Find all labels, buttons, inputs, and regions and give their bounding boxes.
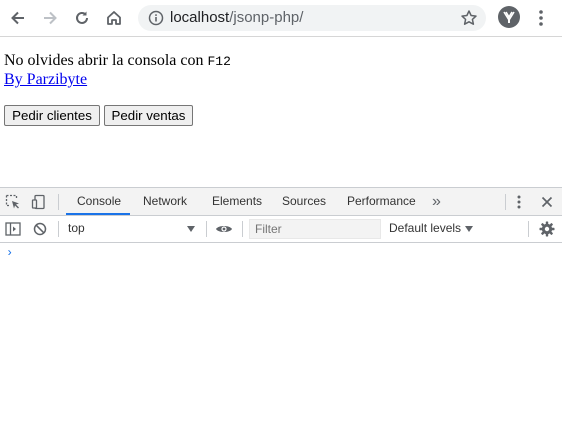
page-content: No olvides abrir la consola con F12 By P… — [0, 37, 562, 187]
toolbar-divider — [58, 194, 59, 210]
kebab-menu-icon — [517, 195, 521, 209]
browser-toolbar: localhost/jsonp-php/ — [0, 0, 562, 37]
context-selector[interactable]: top — [62, 216, 202, 242]
gear-icon — [539, 221, 555, 237]
live-expression-button[interactable] — [214, 220, 234, 238]
toolbar-divider — [58, 221, 59, 237]
tab-network[interactable]: Network — [143, 188, 187, 215]
avatar[interactable] — [498, 6, 520, 28]
tab-elements[interactable]: Elements — [212, 188, 262, 215]
devtools-menu-button[interactable] — [513, 193, 525, 211]
intro-text: No olvides abrir la consola con F12 — [4, 51, 231, 71]
inspect-element-button[interactable] — [4, 193, 22, 211]
devtools-tab-bar: Console Network Elements Sources Perform… — [0, 188, 562, 216]
request-clients-button[interactable]: Pedir clientes — [4, 105, 100, 126]
log-levels-label: Default levels — [389, 221, 462, 235]
clear-console-button[interactable] — [31, 220, 49, 238]
browser-menu-button[interactable] — [532, 6, 550, 30]
toolbar-divider — [206, 221, 207, 237]
more-tabs-button[interactable]: » — [432, 188, 441, 215]
console-toolbar: top Filter Default levels — [0, 216, 562, 243]
console-settings-button[interactable] — [538, 220, 556, 238]
info-icon[interactable] — [148, 10, 164, 26]
dropdown-arrow-icon — [465, 226, 473, 232]
arrow-right-icon — [44, 11, 57, 25]
back-button[interactable] — [6, 6, 30, 30]
arrow-left-icon — [11, 11, 24, 25]
tab-sources[interactable]: Sources — [282, 188, 326, 215]
filter-placeholder: Filter — [255, 222, 282, 236]
url-host: localhost — [170, 9, 230, 26]
intro-sentence: No olvides abrir la consola con — [4, 52, 208, 69]
intro-key: F12 — [207, 54, 231, 69]
dropdown-arrow-icon — [187, 226, 195, 232]
forward-button[interactable] — [38, 6, 62, 30]
device-toolbar-button[interactable] — [30, 193, 48, 211]
profile-icon — [503, 11, 515, 23]
reload-icon — [76, 11, 88, 24]
sidebar-toggle-icon — [5, 222, 21, 236]
devtools-panel: Console Network Elements Sources Perform… — [0, 187, 562, 441]
request-sales-button[interactable]: Pedir ventas — [104, 105, 193, 126]
toolbar-divider — [528, 221, 529, 237]
eye-icon — [216, 226, 232, 232]
inspect-cursor-icon — [5, 194, 19, 209]
toolbar-divider — [242, 221, 243, 237]
close-devtools-button[interactable] — [538, 193, 556, 211]
star-icon[interactable] — [460, 9, 478, 27]
author-link[interactable]: By Parzibyte — [4, 70, 87, 89]
console-prompt[interactable]: › — [6, 246, 13, 260]
kebab-menu-icon — [539, 10, 543, 26]
tab-performance[interactable]: Performance — [347, 188, 416, 215]
toolbar-divider — [505, 194, 506, 210]
tab-console[interactable]: Console — [77, 188, 121, 215]
context-value: top — [68, 221, 85, 235]
address-bar[interactable]: localhost/jsonp-php/ — [138, 5, 486, 31]
show-sidebar-button[interactable] — [4, 220, 22, 238]
active-tab-indicator — [66, 213, 130, 215]
device-toggle-icon — [31, 194, 45, 210]
close-icon — [541, 196, 553, 208]
home-icon — [107, 11, 121, 25]
url-text[interactable]: localhost/jsonp-php/ — [170, 9, 303, 27]
reload-button[interactable] — [70, 6, 94, 30]
url-path: /jsonp-php/ — [229, 9, 304, 26]
filter-input[interactable]: Filter — [249, 219, 381, 239]
clear-icon — [33, 222, 47, 236]
home-button[interactable] — [102, 6, 126, 30]
log-levels-dropdown[interactable]: Default levels — [385, 216, 480, 242]
